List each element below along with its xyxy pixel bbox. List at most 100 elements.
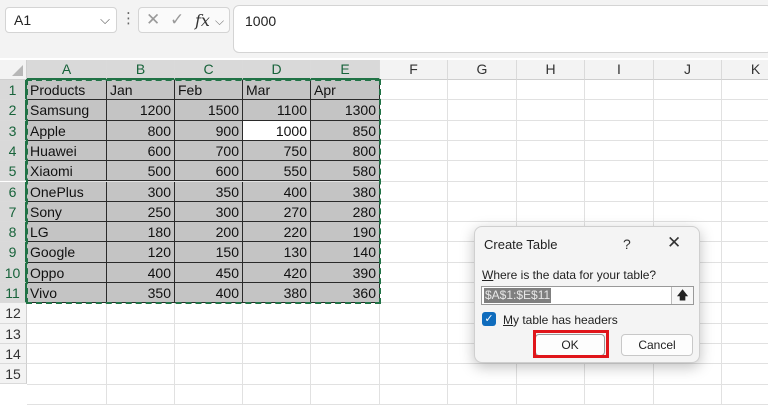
column-header-f[interactable]: F: [380, 60, 448, 80]
row-header-8[interactable]: 8: [0, 222, 27, 243]
row-header-7[interactable]: 7: [0, 201, 27, 223]
table-cell[interactable]: 420: [243, 262, 311, 283]
table-cell[interactable]: 190: [311, 222, 380, 243]
table-cell[interactable]: 200: [175, 222, 243, 243]
column-header-a[interactable]: A: [27, 60, 107, 80]
table-cell[interactable]: 850: [311, 120, 380, 141]
row-header-9[interactable]: 9: [0, 242, 27, 263]
formula-input[interactable]: 1000: [233, 5, 768, 53]
table-cell[interactable]: 250: [107, 201, 175, 223]
cancel-button[interactable]: Cancel: [621, 334, 693, 356]
table-header-cell[interactable]: Products: [27, 80, 107, 101]
table-cell[interactable]: 1000: [243, 120, 311, 141]
ok-button[interactable]: OK: [535, 334, 605, 356]
table-cell[interactable]: 800: [311, 140, 380, 162]
table-header-cell[interactable]: Feb: [175, 80, 243, 101]
close-icon[interactable]: ✕: [667, 233, 681, 253]
table-cell[interactable]: 1500: [175, 100, 243, 121]
table-cell[interactable]: 300: [175, 201, 243, 223]
more-options-icon[interactable]: ⋮: [121, 9, 136, 27]
row-header-12[interactable]: 12: [0, 303, 27, 324]
table-cell[interactable]: 120: [107, 242, 175, 263]
table-cell[interactable]: Apple: [27, 120, 107, 141]
table-cell[interactable]: 130: [243, 242, 311, 263]
table-cell[interactable]: 350: [107, 283, 175, 304]
table-cell[interactable]: 350: [175, 181, 243, 202]
column-header-k[interactable]: K: [722, 60, 768, 80]
table-cell[interactable]: Oppo: [27, 262, 107, 283]
headers-checkbox[interactable]: ✓: [482, 312, 496, 326]
table-cell[interactable]: 550: [243, 161, 311, 182]
table-cell[interactable]: 1100: [243, 100, 311, 121]
table-cell[interactable]: 400: [107, 262, 175, 283]
table-cell[interactable]: 600: [107, 140, 175, 162]
row-header-11[interactable]: 11: [0, 283, 27, 304]
table-cell[interactable]: 400: [243, 181, 311, 202]
table-cell[interactable]: 360: [311, 283, 380, 304]
table-cell[interactable]: 580: [311, 161, 380, 182]
table-cell[interactable]: 280: [311, 201, 380, 223]
table-header-cell[interactable]: Mar: [243, 80, 311, 101]
column-header-g[interactable]: G: [448, 60, 517, 80]
chevron-down-icon[interactable]: ⌵: [215, 14, 224, 29]
range-input[interactable]: $A$1:$E$11 🡅: [481, 286, 694, 305]
table-cell[interactable]: Google: [27, 242, 107, 263]
table-cell[interactable]: 300: [107, 181, 175, 202]
table-cell[interactable]: 500: [107, 161, 175, 182]
table-cell[interactable]: OnePlus: [27, 181, 107, 202]
select-all-corner[interactable]: [0, 60, 27, 80]
table-cell[interactable]: 700: [175, 140, 243, 162]
table-cell[interactable]: 450: [175, 262, 243, 283]
table-header-cell[interactable]: Jan: [107, 80, 175, 101]
help-icon[interactable]: ?: [623, 236, 631, 252]
table-cell[interactable]: Vivo: [27, 283, 107, 304]
table-cell[interactable]: 380: [243, 283, 311, 304]
column-header-d[interactable]: D: [243, 60, 311, 80]
table-cell[interactable]: 1200: [107, 100, 175, 121]
gridline-vertical: [721, 80, 722, 405]
table-header-cell[interactable]: Apr: [311, 80, 380, 101]
table-cell[interactable]: 380: [311, 181, 380, 202]
insert-function-icon[interactable]: fx: [195, 11, 210, 30]
column-header-b[interactable]: B: [107, 60, 175, 80]
table-cell[interactable]: 1300: [311, 100, 380, 121]
table-cell[interactable]: 900: [175, 120, 243, 141]
row-header-14[interactable]: 14: [0, 343, 27, 365]
table-cell[interactable]: Huawei: [27, 140, 107, 162]
table-cell[interactable]: 750: [243, 140, 311, 162]
column-header-j[interactable]: J: [654, 60, 722, 80]
table-cell[interactable]: 150: [175, 242, 243, 263]
row-header-10[interactable]: 10: [0, 262, 27, 283]
row-header-4[interactable]: 4: [0, 140, 27, 162]
table-cell[interactable]: 400: [175, 283, 243, 304]
confirm-icon[interactable]: ✓: [170, 10, 184, 30]
table-cell[interactable]: Sony: [27, 201, 107, 223]
table-cell[interactable]: 390: [311, 262, 380, 283]
table-cell[interactable]: 180: [107, 222, 175, 243]
table-cell[interactable]: 800: [107, 120, 175, 141]
row-header-1[interactable]: 1: [0, 80, 27, 101]
chevron-down-icon[interactable]: ⌵: [100, 12, 110, 28]
row-header-15[interactable]: 15: [0, 364, 27, 385]
column-header-i[interactable]: I: [585, 60, 654, 80]
column-header-c[interactable]: C: [175, 60, 243, 80]
table-cell[interactable]: Xiaomi: [27, 161, 107, 182]
collapse-dialog-icon[interactable]: 🡅: [671, 287, 693, 304]
column-header-h[interactable]: H: [517, 60, 585, 80]
row-header-5[interactable]: 5: [0, 161, 27, 182]
table-cell[interactable]: 220: [243, 222, 311, 243]
row-header-13[interactable]: 13: [0, 323, 27, 344]
cancel-icon[interactable]: ✕: [146, 10, 160, 30]
table-cell[interactable]: 600: [175, 161, 243, 182]
table-cell[interactable]: 270: [243, 201, 311, 223]
table-cell[interactable]: 140: [311, 242, 380, 263]
row-header-3[interactable]: 3: [0, 120, 27, 141]
row-header-6[interactable]: 6: [0, 181, 27, 202]
name-box[interactable]: A1 ⌵: [5, 7, 117, 33]
table-cell[interactable]: LG: [27, 222, 107, 243]
table-cell[interactable]: Samsung: [27, 100, 107, 121]
gridline-horizontal: [27, 383, 768, 385]
headers-checkbox-text: y table has headers: [513, 313, 618, 327]
row-header-2[interactable]: 2: [0, 100, 27, 121]
column-header-e[interactable]: E: [311, 60, 380, 80]
